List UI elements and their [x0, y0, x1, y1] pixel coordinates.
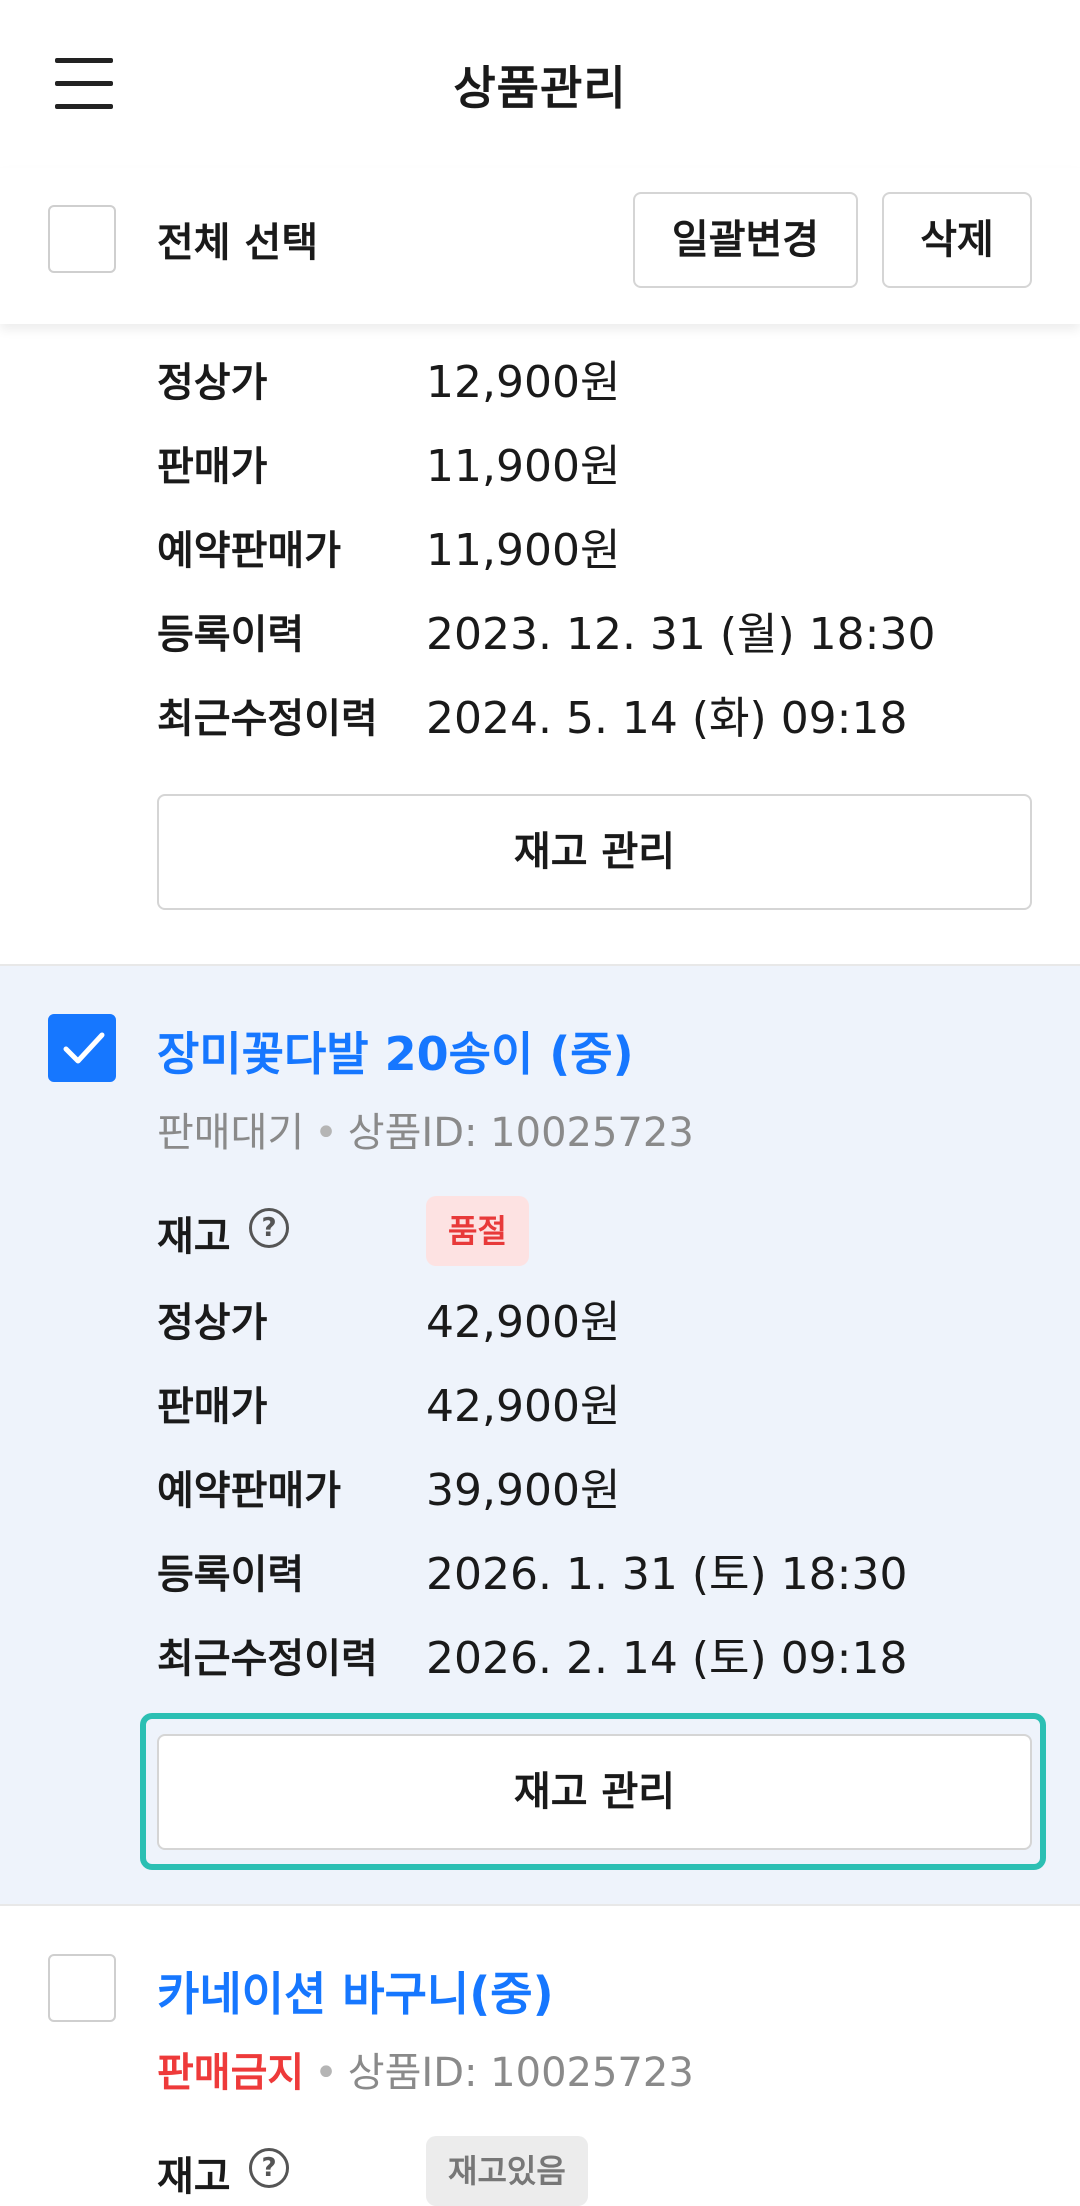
registered-label: 등록이력 — [157, 1552, 305, 1598]
reserve-price-value: 11,900원 — [426, 525, 621, 576]
sale-price-label: 판매가 — [157, 1384, 268, 1430]
product-card: 카네이션 바구니(중) 판매금지 • 상품ID: 10025723 재고 ? 재고있… — [0, 1904, 1080, 2206]
product-meta: 판매대기 • 상품ID: 10025723 — [157, 1100, 694, 1158]
sale-price-label: 판매가 — [157, 444, 268, 490]
page-title: 상품관리 — [453, 61, 627, 115]
modified-label: 최근수정이력 — [157, 696, 378, 742]
regular-price-value: 12,900원 — [426, 357, 621, 408]
reserve-price-label: 예약판매가 — [157, 1468, 341, 1514]
regular-price-label: 정상가 — [157, 360, 268, 406]
stock-badge-soldout: 품절 — [426, 1196, 529, 1266]
select-toolbar: 전체 선택 일괄변경 삭제 — [0, 168, 1080, 324]
registered-label: 등록이력 — [157, 612, 305, 658]
separator-dot: • — [314, 1110, 338, 1156]
card-divider — [0, 1904, 1080, 1906]
reserve-price-value: 39,900원 — [426, 1465, 621, 1516]
product-id: 상품ID: 10025723 — [347, 2050, 694, 2096]
modified-value: 2026. 2. 14 (토) 09:18 — [426, 1633, 908, 1684]
product-meta: 판매금지 • 상품ID: 10025723 — [157, 2040, 694, 2098]
regular-price-value: 42,900원 — [426, 1297, 621, 1348]
product-name-link[interactable]: 장미꽃다발 20송이 (중) — [157, 1018, 634, 1084]
registered-value: 2023. 12. 31 (월) 18:30 — [426, 609, 936, 660]
question-icon[interactable]: ? — [249, 2148, 289, 2188]
product-id: 상품ID: 10025723 — [347, 1110, 694, 1156]
sale-price-value: 42,900원 — [426, 1381, 621, 1432]
stock-label: 재고 — [157, 2154, 231, 2200]
stock-badge-instock: 재고있음 — [426, 2136, 588, 2206]
product-checkbox[interactable] — [48, 1014, 116, 1082]
select-all-checkbox[interactable] — [48, 205, 116, 273]
product-card: 정상가 12,900원 판매가 11,900원 예약판매가 11,900원 등록… — [0, 276, 1080, 964]
regular-price-label: 정상가 — [157, 1300, 268, 1346]
app-header: 상품관리 — [0, 0, 1080, 168]
modified-value: 2024. 5. 14 (화) 09:18 — [426, 693, 908, 744]
stock-manage-button[interactable]: 재고 관리 — [157, 1734, 1032, 1850]
registered-value: 2026. 1. 31 (토) 18:30 — [426, 1549, 908, 1600]
product-card-selected: 장미꽃다발 20송이 (중) 판매대기 • 상품ID: 10025723 재고 ? … — [0, 964, 1080, 1904]
checkmark-icon — [63, 1032, 105, 1064]
card-divider — [0, 964, 1080, 966]
separator-dot: • — [314, 2050, 338, 2096]
select-all-label: 전체 선택 — [157, 220, 319, 266]
product-name-link[interactable]: 카네이션 바구니(중) — [157, 1958, 554, 2024]
modified-label: 최근수정이력 — [157, 1636, 378, 1682]
stock-label: 재고 — [157, 1214, 231, 1260]
sale-status: 판매금지 — [157, 2050, 305, 2096]
product-checkbox[interactable] — [48, 1954, 116, 2022]
delete-button[interactable]: 삭제 — [882, 192, 1032, 288]
bulk-change-button[interactable]: 일괄변경 — [633, 192, 858, 288]
question-icon[interactable]: ? — [249, 1208, 289, 1248]
reserve-price-label: 예약판매가 — [157, 528, 341, 574]
sale-price-value: 11,900원 — [426, 441, 621, 492]
sale-status: 판매대기 — [157, 1110, 305, 1156]
stock-manage-button[interactable]: 재고 관리 — [157, 794, 1032, 910]
